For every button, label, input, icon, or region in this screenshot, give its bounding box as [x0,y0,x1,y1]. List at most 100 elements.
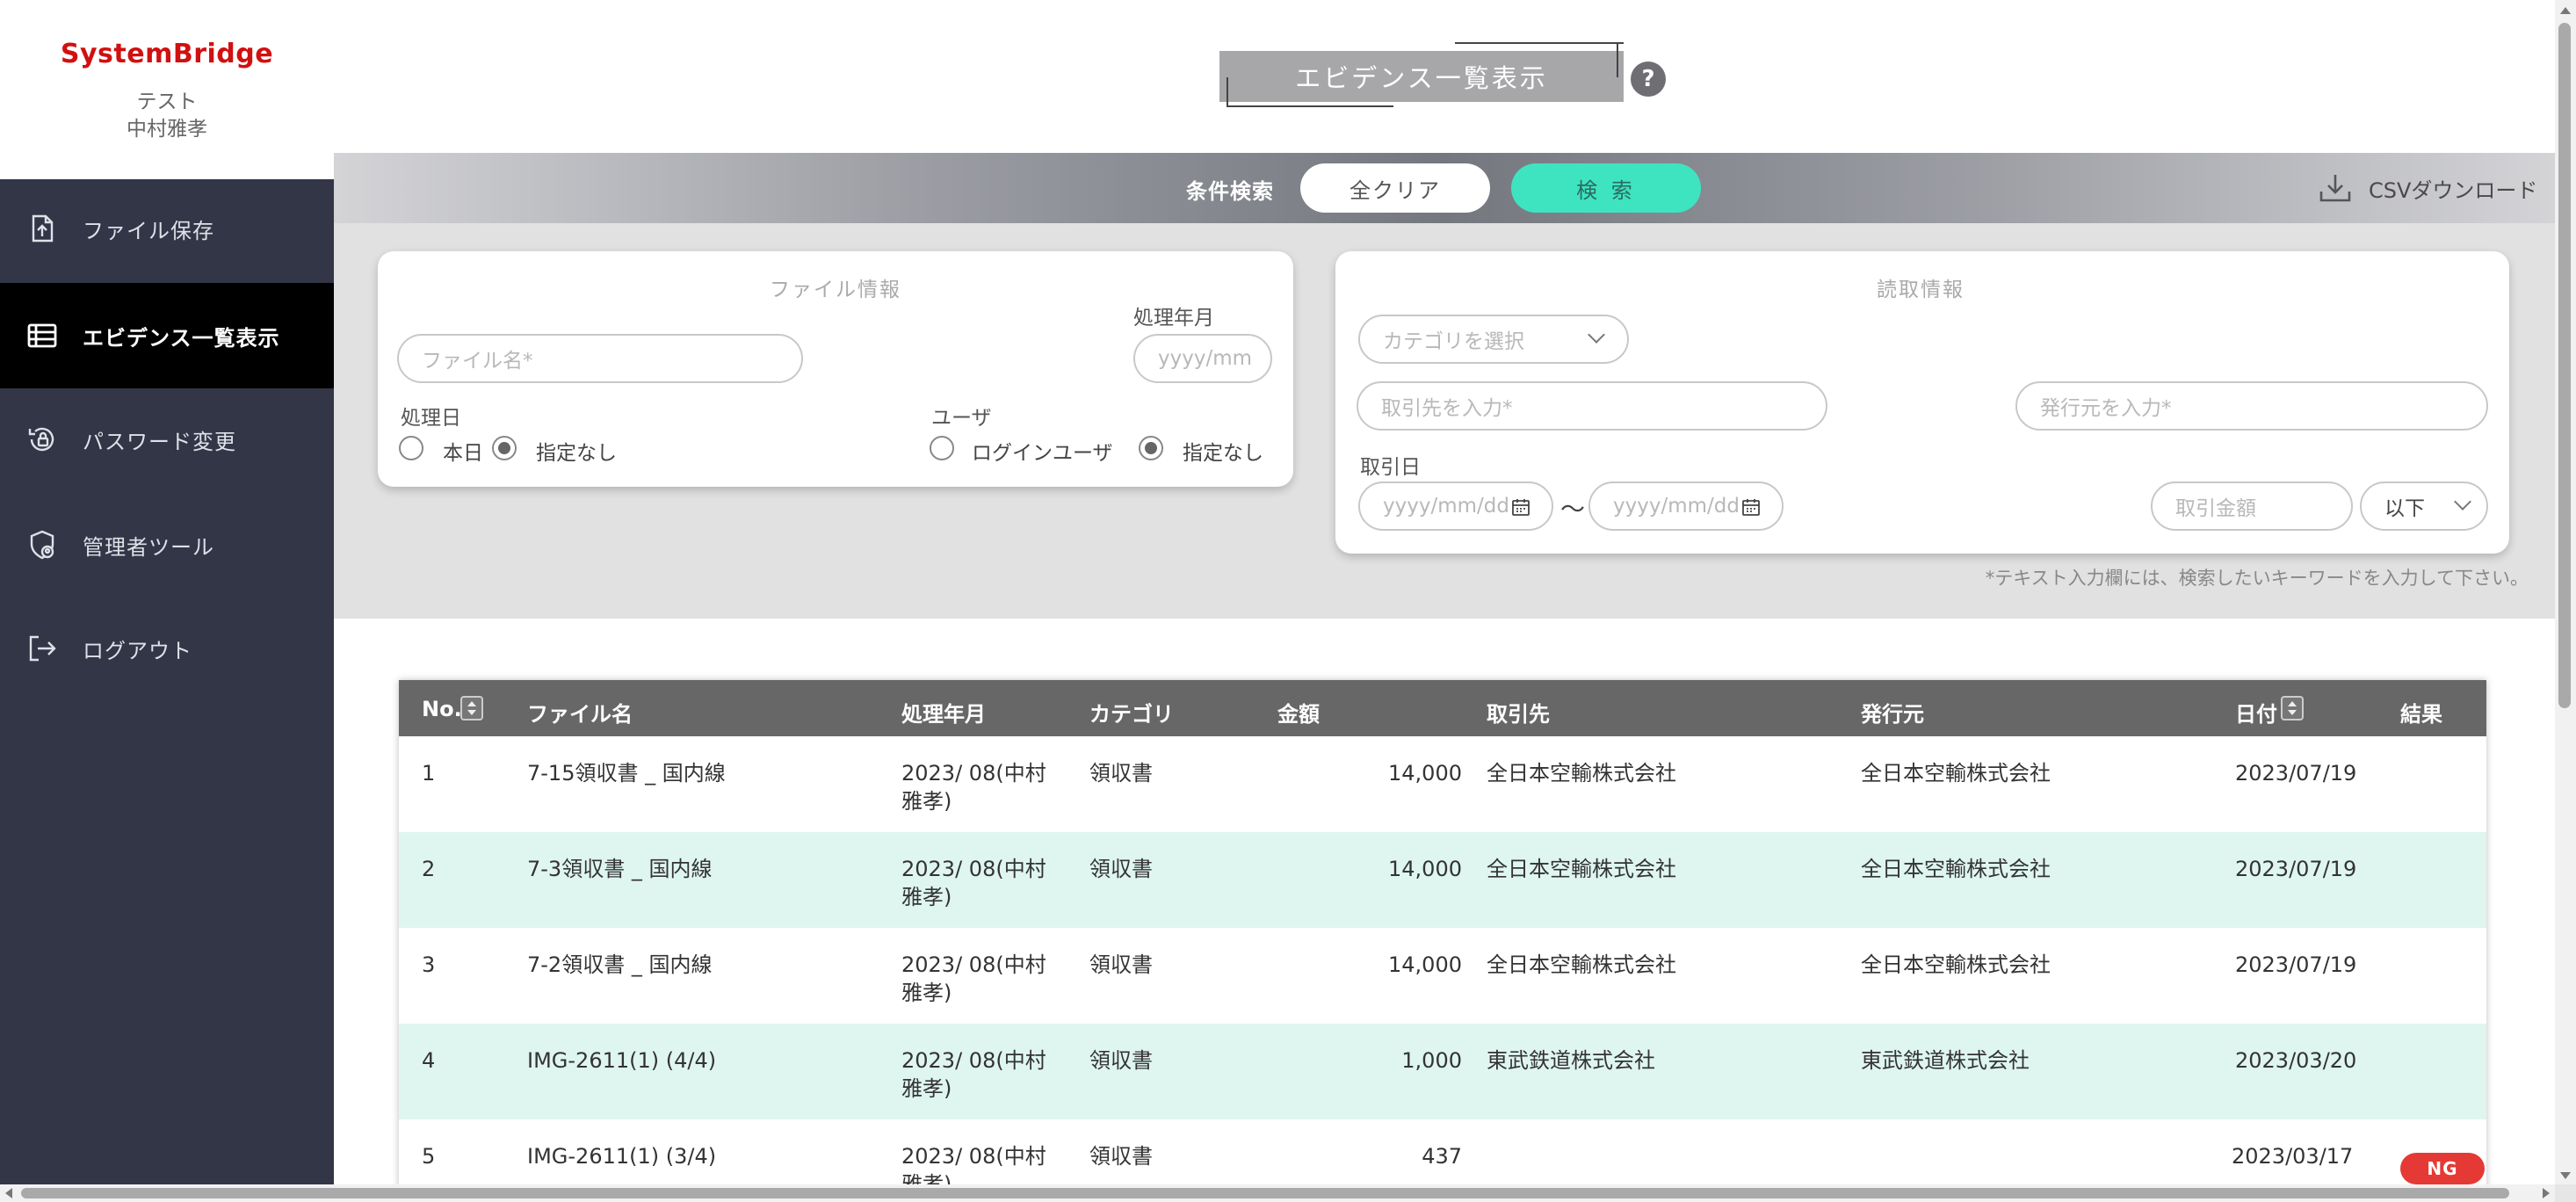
csv-download-button[interactable]: CSVダウンロード [2318,169,2572,207]
sidebar-item-logout[interactable]: ログアウト [0,596,334,701]
process-date-label: 処理日 [401,407,461,430]
header-partner: 取引先 [1487,702,1550,727]
sidebar-item-label: ログアウト [83,638,192,663]
cell-category: 領収書 [1089,952,1153,977]
help-icon[interactable]: ? [1631,62,1666,97]
search-bar: 条件検索 全クリア 検 索 CSVダウンロード [334,153,2555,223]
cell-amount: 1,000 [1401,1048,1462,1073]
brand-area: SystemBridge テスト 中村雅孝 [0,0,334,179]
search-note: *テキスト入力欄には、検索したいキーワードを入力して下さい。 [1985,568,2529,589]
search-button[interactable]: 検 索 [1511,163,1701,213]
scrollbar-corner [2555,1184,2576,1202]
vertical-scroll-thumb[interactable] [2558,23,2571,708]
header-no[interactable]: No. [422,697,462,721]
evidence-table: No. ファイル名 処理年月 カテゴリ 金額 取引先 発行元 日付 結果 1 7… [399,680,2486,1190]
scroll-left-icon[interactable] [5,1188,12,1198]
cell-no: 1 [422,761,436,786]
cell-date: 2023/07/19 [2235,761,2357,786]
calendar-icon[interactable] [1741,497,1761,517]
date-today-radio[interactable] [399,436,423,460]
cell-file: IMG-2611(1) (3/4) [527,1144,717,1169]
logout-icon [29,635,56,662]
user-name: 中村雅孝 [127,118,207,141]
cell-month: 2023/ 08(中村 [901,1144,1046,1169]
cell-month-cont: 雅孝) [901,981,952,1005]
header-issuer: 発行元 [1861,702,1924,727]
header-month: 処理年月 [901,702,986,727]
sidebar-item-label: パスワード変更 [83,429,236,454]
user-login-label: ログインユーザ [972,442,1113,465]
cell-amount: 437 [1422,1144,1462,1169]
cell-no: 5 [422,1144,436,1169]
table-row[interactable]: 1 7-15領収書 _ 国内線 2023/ 08(中村 雅孝) 領収書 14,0… [399,736,2486,832]
csv-download-label: CSVダウンロード [2369,177,2538,203]
amount-compare-value: 以下 [2384,497,2425,520]
cell-no: 2 [422,857,436,881]
admin-shield-icon [30,530,54,560]
sort-icon[interactable] [2281,696,2304,720]
cell-month: 2023/ 08(中村 [901,1048,1046,1073]
page-title-area: エビデンス一覧表示 [1219,42,1624,107]
cell-month: 2023/ 08(中村 [901,761,1046,786]
date-none-radio[interactable] [492,436,517,460]
file-info-panel: ファイル情報 ファイル名* 処理年月 yyyy/mm 処理日 本日 指定なし ユ… [378,251,1293,487]
cell-file: 7-3領収書 _ 国内線 [527,857,713,881]
sidebar-item-evidence-list[interactable]: エビデンス一覧表示 [0,283,334,388]
cell-issuer: 全日本空輸株式会社 [1861,857,2051,881]
filter-area: ファイル情報 ファイル名* 処理年月 yyyy/mm 処理日 本日 指定なし ユ… [334,223,2555,619]
brand-logo: SystemBridge [60,39,274,69]
title-decoration [1226,105,1393,107]
cell-amount: 14,000 [1388,952,1462,977]
page-title: エビデンス一覧表示 [1219,51,1624,102]
user-none-radio[interactable] [1139,436,1163,460]
cell-amount: 14,000 [1388,761,1462,786]
sidebar-item-label: エビデンス一覧表示 [83,325,280,351]
issuer-input[interactable]: 発行元を入力* [2015,381,2488,431]
amount-input[interactable]: 取引金額 [2151,482,2353,531]
date-today-label: 本日 [443,442,483,465]
sidebar: SystemBridge テスト 中村雅孝 ファイル保存 エビデンス一覧表示 パ… [0,0,334,1202]
filename-input[interactable]: ファイル名* [397,334,803,383]
sidebar-item-file-save[interactable]: ファイル保存 [0,176,334,281]
header-file: ファイル名 [527,702,633,727]
amount-compare-select[interactable]: 以下 [2360,482,2488,531]
cell-file: 7-15領収書 _ 国内線 [527,761,726,786]
sidebar-item-admin-tools[interactable]: 管理者ツール [0,492,334,597]
scroll-right-icon[interactable] [2543,1188,2550,1198]
vertical-scrollbar[interactable] [2555,0,2576,1184]
table-row[interactable]: 2 7-3領収書 _ 国内線 2023/ 08(中村 雅孝) 領収書 14,00… [399,832,2486,928]
password-reset-icon [28,427,54,452]
cell-month-cont: 雅孝) [901,885,952,909]
partner-input[interactable]: 取引先を入力* [1357,381,1827,431]
cell-date: 2023/07/19 [2235,952,2357,977]
table-header: No. ファイル名 処理年月 カテゴリ 金額 取引先 発行元 日付 結果 [399,680,2486,736]
cell-category: 領収書 [1089,761,1153,786]
cell-no: 3 [422,952,436,977]
scroll-down-icon[interactable] [2560,1172,2571,1179]
cell-partner: 全日本空輸株式会社 [1487,857,1676,881]
table-row[interactable]: 4 IMG-2611(1) (4/4) 2023/ 08(中村 雅孝) 領収書 … [399,1024,2486,1119]
cell-issuer: 全日本空輸株式会社 [1861,952,2051,977]
cell-category: 領収書 [1089,1144,1153,1169]
category-select[interactable]: カテゴリを選択 [1358,315,1629,364]
calendar-icon[interactable] [1511,497,1530,517]
header-date[interactable]: 日付 [2235,697,2277,728]
horizontal-scrollbar[interactable] [0,1184,2555,1202]
cell-category: 領収書 [1089,857,1153,881]
sort-icon[interactable] [460,696,483,720]
sidebar-item-label: 管理者ツール [83,534,214,560]
user-login-radio[interactable] [930,436,954,460]
table-row[interactable]: 3 7-2領収書 _ 国内線 2023/ 08(中村 雅孝) 領収書 14,00… [399,928,2486,1024]
download-icon [2319,175,2351,202]
cell-file: IMG-2611(1) (4/4) [527,1048,717,1073]
cell-issuer: 東武鉄道株式会社 [1861,1048,2030,1073]
date-none-label: 指定なし [536,442,617,465]
horizontal-scroll-thumb[interactable] [21,1188,2509,1198]
user-none-label: 指定なし [1183,442,1263,465]
sidebar-item-password-change[interactable]: パスワード変更 [0,387,334,492]
clear-all-button[interactable]: 全クリア [1300,163,1490,213]
process-month-input[interactable]: yyyy/mm [1133,334,1272,383]
title-decoration [1617,42,1618,77]
table-row[interactable]: 5 IMG-2611(1) (3/4) 2023/ 08(中村 雅孝) 領収書 … [399,1119,2486,1190]
scroll-up-icon[interactable] [2560,7,2571,14]
